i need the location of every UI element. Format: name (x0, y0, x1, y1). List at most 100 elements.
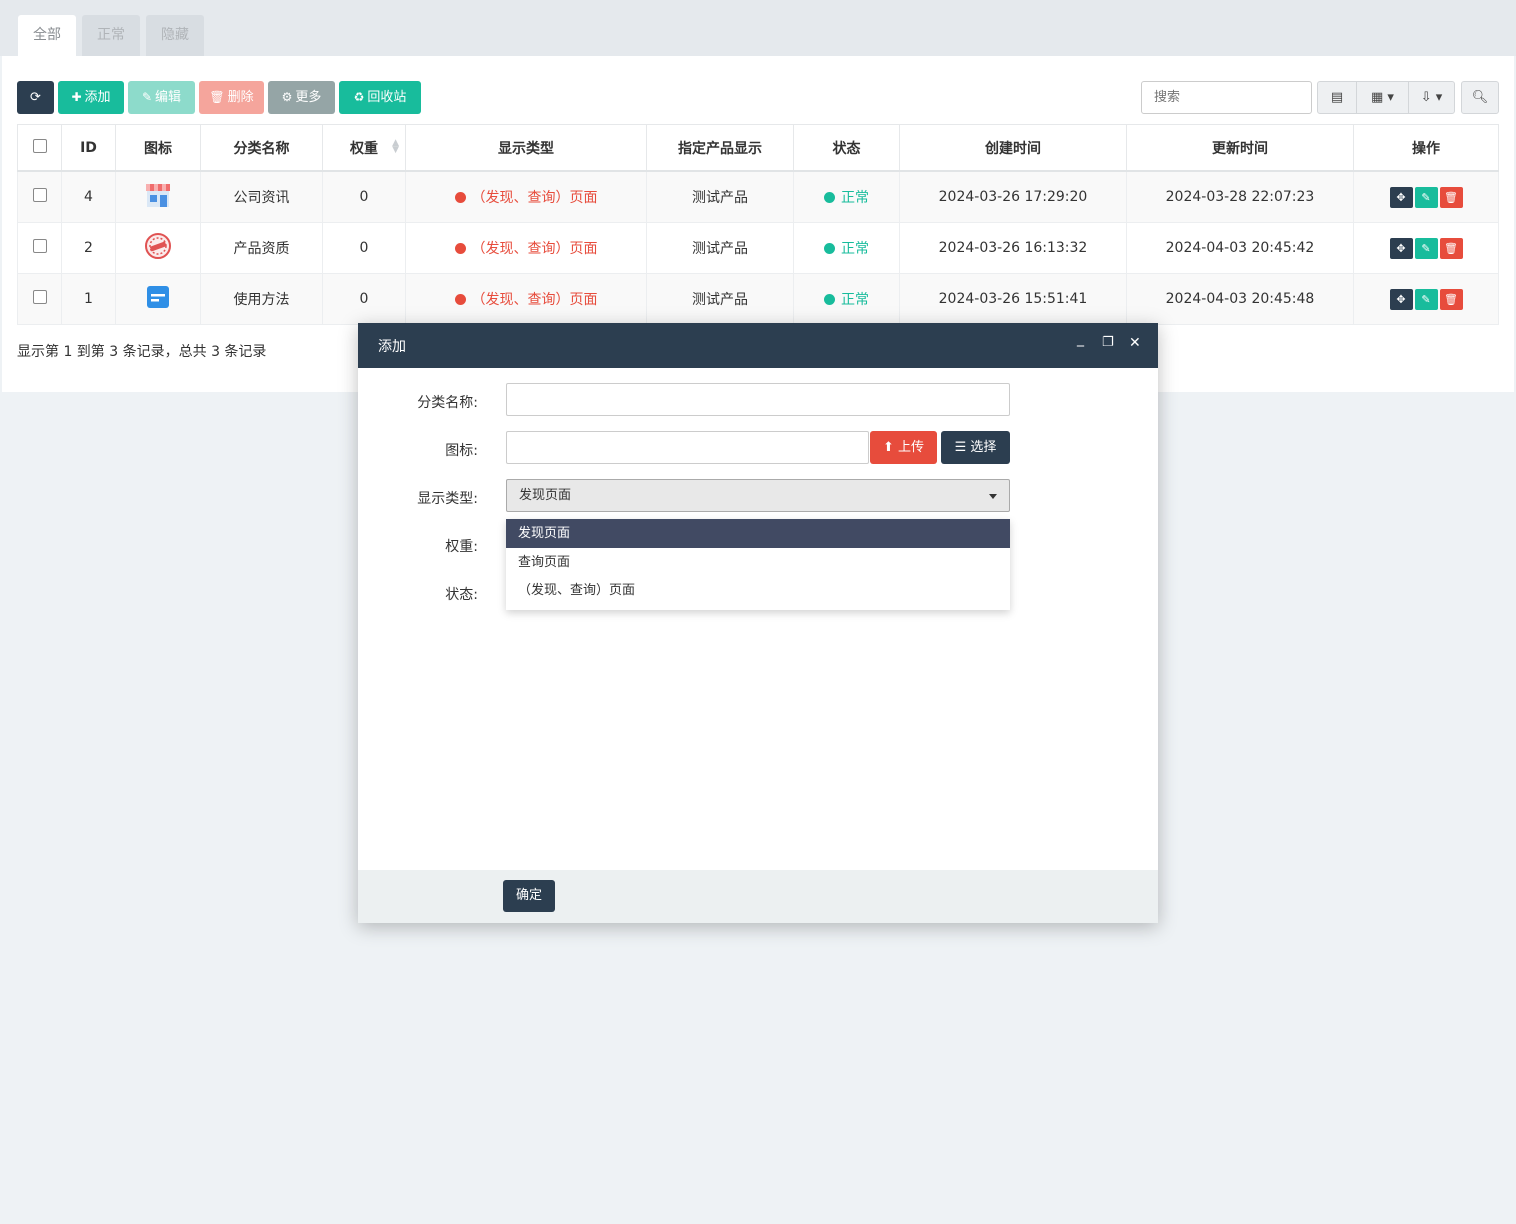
row-actions: ✥ ✎ 🗑 (1353, 170, 1499, 223)
grid-icon: ▦ ▾ (1371, 90, 1394, 105)
row-type-label: （发现、查询）页面 (471, 241, 598, 257)
row-type: （发现、查询）页面 (405, 222, 647, 274)
row-delete-button[interactable]: 🗑 (1439, 288, 1463, 310)
row-product: 测试产品 (646, 170, 794, 223)
drag-button[interactable]: ✥ (1389, 186, 1413, 208)
row-checkbox[interactable] (32, 290, 47, 304)
row-edit-button[interactable]: ✎ (1414, 288, 1438, 310)
search-button[interactable]: 🔍︎ (1461, 81, 1499, 114)
delete-label: 删除 (227, 90, 254, 105)
add-dialog: 添加 _ ❐ ✕ 分类名称: 图标: ⬆ 上传 ☰ 选择 显示类型: 发现页面 … (358, 323, 1158, 923)
row-delete-button[interactable]: 🗑 (1439, 186, 1463, 208)
edit-label: 编辑 (155, 90, 182, 105)
row-status-label: 正常 (841, 292, 869, 308)
weight-label: 权重: (445, 539, 478, 555)
close-icon[interactable]: ✕ (1129, 335, 1141, 351)
row-status[interactable]: 正常 (793, 273, 900, 325)
pencil-icon: ✎ (141, 90, 153, 104)
category-name-input[interactable] (506, 383, 1010, 416)
icon-input[interactable] (506, 431, 869, 464)
maximize-icon[interactable]: ❐ (1102, 335, 1114, 350)
table-row: 2 产品资质 0 （发现、查询）页面 测试产品 正常 2024-03-26 16… (17, 222, 1499, 274)
upload-button[interactable]: ⬆ 上传 (870, 431, 937, 464)
minimize-icon[interactable]: _ (1077, 331, 1084, 347)
row-created: 2024-03-26 15:51:41 (899, 273, 1127, 325)
row-icon-cell (115, 273, 201, 325)
move-icon: ✥ (1396, 190, 1406, 204)
edit-button[interactable]: ✎ 编辑 (128, 81, 195, 114)
tab-bar: 全部 正常 隐藏 (0, 0, 1516, 56)
shop-icon[interactable] (143, 180, 173, 210)
row-type-label: （发现、查询）页面 (471, 292, 598, 308)
more-button[interactable]: ⚙ 更多 (268, 81, 335, 114)
row-id: 1 (61, 273, 116, 325)
row-id: 2 (61, 222, 116, 274)
upload-icon: ⬆ (882, 440, 894, 455)
seal-icon[interactable] (143, 231, 173, 261)
tab-hidden[interactable]: 隐藏 (146, 15, 204, 56)
category-table: ID 图标 分类名称 权重 ▲ ▼ 显示类型 指定产品显示 状态 创建时间 更新时间… (17, 124, 1499, 325)
row-checkbox[interactable] (32, 239, 47, 253)
columns-button[interactable]: ▦ ▾ (1356, 81, 1409, 114)
row-status-label: 正常 (841, 241, 869, 257)
tab-normal[interactable]: 正常 (82, 15, 140, 56)
select-all-header[interactable] (17, 124, 62, 172)
status-dot (454, 294, 466, 305)
row-status[interactable]: 正常 (793, 170, 900, 223)
display-type-dropdown: 发现页面 查询页面 （发现、查询）页面 (506, 519, 1010, 610)
recycle-bin-button[interactable]: ♻ 回收站 (339, 81, 421, 114)
pencil-icon: ✎ (1421, 292, 1431, 306)
confirm-button[interactable]: 确定 (503, 880, 555, 912)
more-label: 更多 (295, 90, 322, 105)
export-icon: ⇩ ▾ (1420, 90, 1443, 105)
refresh-icon: ⟳ (30, 90, 41, 105)
refresh-button[interactable]: ⟳ (17, 81, 54, 114)
chevron-down-icon (989, 494, 997, 499)
row-delete-button[interactable]: 🗑 (1439, 237, 1463, 259)
row-id: 4 (61, 170, 116, 223)
row-checkbox[interactable] (32, 188, 47, 202)
pencil-icon: ✎ (1421, 241, 1431, 255)
search-input[interactable] (1141, 81, 1312, 114)
option-query[interactable]: 查询页面 (506, 548, 1010, 577)
tab-all[interactable]: 全部 (18, 15, 76, 56)
table-row: 4 公司资讯 0 （发现、查询）页面 测试产品 正常 2024-03-26 17… (17, 170, 1499, 223)
option-both[interactable]: （发现、查询）页面 (506, 576, 1010, 605)
col-id[interactable]: ID (61, 124, 116, 172)
row-edit-button[interactable]: ✎ (1414, 186, 1438, 208)
row-actions: ✥ ✎ 🗑 (1353, 222, 1499, 274)
drag-button[interactable]: ✥ (1389, 237, 1413, 259)
trash-icon: 🗑 (1444, 241, 1458, 255)
choose-button[interactable]: ☰ 选择 (941, 431, 1010, 464)
delete-button[interactable]: 🗑 删除 (199, 81, 264, 114)
pagination-info: 显示第 1 到第 3 条记录，总共 3 条记录 (17, 344, 267, 360)
dialog-footer: 确定 (358, 870, 1158, 923)
option-discover[interactable]: 发现页面 (506, 519, 1010, 548)
export-button[interactable]: ⇩ ▾ (1408, 81, 1455, 114)
col-status: 状态 (793, 124, 900, 172)
status-dot (824, 192, 835, 203)
display-type-select[interactable]: 发现页面 (506, 479, 1010, 512)
table-row: 1 使用方法 0 （发现、查询）页面 测试产品 正常 2024-03-26 15… (17, 273, 1499, 325)
type-label: 显示类型: (417, 491, 478, 507)
dialog-header[interactable]: 添加 _ ❐ ✕ (358, 323, 1158, 368)
drag-button[interactable]: ✥ (1389, 288, 1413, 310)
row-type: （发现、查询）页面 (405, 273, 647, 325)
toggle-view-button[interactable]: ▤ (1317, 81, 1357, 114)
add-button[interactable]: ✚ 添加 (58, 81, 124, 114)
col-weight-label: 权重 (350, 140, 378, 157)
row-edit-button[interactable]: ✎ (1414, 237, 1438, 259)
card-icon[interactable] (143, 282, 173, 312)
sort-icon[interactable]: ▲ ▼ (392, 139, 399, 155)
col-weight[interactable]: 权重 ▲ ▼ (322, 124, 406, 172)
row-weight: 0 (322, 273, 406, 325)
row-updated: 2024-04-03 20:45:48 (1126, 273, 1354, 325)
col-created: 创建时间 (899, 124, 1127, 172)
trash-icon: 🗑 (1444, 292, 1458, 306)
row-status[interactable]: 正常 (793, 222, 900, 274)
select-all-checkbox[interactable] (32, 138, 47, 153)
list-icon: ▤ (1330, 90, 1344, 105)
status-label: 状态: (445, 587, 478, 603)
pencil-icon: ✎ (1421, 190, 1431, 204)
row-name: 公司资讯 (200, 170, 323, 223)
